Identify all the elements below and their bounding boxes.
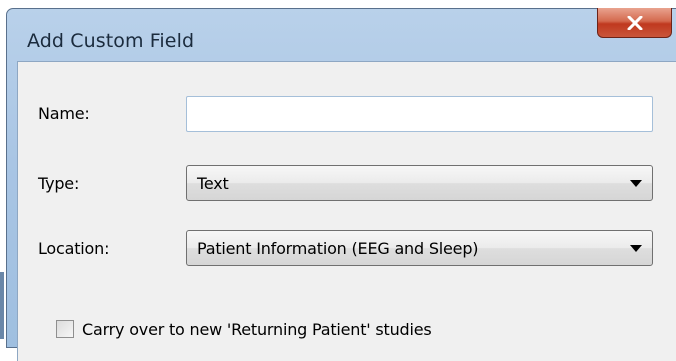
close-icon	[627, 15, 642, 30]
carry-over-label[interactable]: Carry over to new 'Returning Patient' st…	[82, 320, 432, 339]
close-button[interactable]	[597, 8, 672, 38]
type-selected-value: Text	[197, 174, 229, 193]
name-input[interactable]	[187, 97, 652, 131]
location-selected-value: Patient Information (EEG and Sleep)	[197, 239, 479, 258]
title-bar[interactable]: Add Custom Field	[7, 8, 676, 69]
chevron-down-icon	[630, 245, 642, 252]
type-dropdown[interactable]: Text	[186, 165, 653, 201]
type-label: Type:	[38, 174, 80, 193]
chevron-down-icon	[630, 180, 642, 187]
name-field[interactable]	[186, 96, 653, 132]
location-label: Location:	[38, 239, 110, 258]
window-title: Add Custom Field	[27, 30, 195, 52]
location-dropdown[interactable]: Patient Information (EEG and Sleep)	[186, 230, 653, 266]
dialog-content: Name: Type: Text Location: Patient Infor…	[17, 61, 676, 361]
carry-over-checkbox[interactable]	[56, 320, 74, 338]
window-edge	[0, 272, 4, 339]
name-label: Name:	[38, 104, 90, 123]
dialog-window: Add Custom Field Name: Type: Text Locati…	[6, 8, 676, 361]
